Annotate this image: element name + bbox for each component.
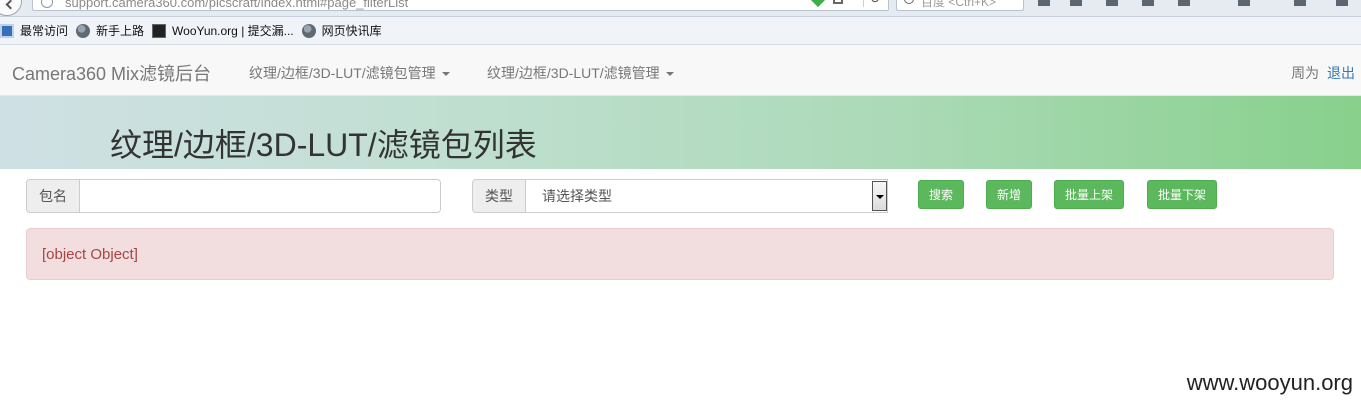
bookmark-star-icon[interactable]	[1038, 0, 1050, 6]
globe-icon	[301, 23, 316, 38]
wooyun-icon	[152, 23, 167, 38]
chat-icon[interactable]	[1294, 0, 1306, 6]
nav-menu-label: 纹理/边框/3D-LUT/滤镜包管理	[249, 65, 436, 81]
browser-toolbar: support.camera360.com/picscraft/index.ht…	[0, 0, 1361, 17]
bookmark-label: WooYun.org | 提交漏...	[172, 24, 294, 38]
watermark: www.wooyun.org	[1186, 370, 1353, 395]
home-icon[interactable]	[1142, 0, 1154, 6]
caret-down-icon	[665, 72, 674, 77]
logout-link[interactable]: 退出	[1327, 65, 1355, 81]
qr-code-icon[interactable]	[833, 0, 843, 4]
select-arrow-icon[interactable]	[872, 181, 887, 211]
user-name: 周为	[1291, 65, 1320, 81]
app-navbar: Camera360 Mix滤镜后台 纹理/边框/3D-LUT/滤镜包管理 纹理/…	[0, 45, 1361, 96]
package-name-filter: 包名	[26, 179, 441, 213]
extension-icon[interactable]	[1238, 0, 1250, 6]
bookmark-folder-icon	[0, 23, 14, 38]
reload-icon[interactable]: ↻	[863, 0, 886, 7]
bookmark-label: 最常访问	[20, 24, 69, 38]
menu-icon[interactable]	[1336, 0, 1348, 6]
url-bar[interactable]: support.camera360.com/picscraft/index.ht…	[32, 0, 889, 11]
bookmark-most-visited[interactable]: 最常访问	[0, 22, 68, 39]
bookmark-getting-started[interactable]: 新手上路	[76, 22, 144, 39]
bookmark-web-slices[interactable]: 网页快讯库	[301, 22, 382, 39]
bookmark-label: 新手上路	[96, 24, 145, 38]
bookmark-label: 网页快讯库	[321, 24, 382, 38]
page-header-banner: 纹理/边框/3D-LUT/滤镜包列表	[0, 96, 1361, 169]
library-icon[interactable]	[1070, 0, 1082, 6]
user-area: 周为 退出	[1291, 63, 1355, 83]
package-name-input[interactable]	[80, 179, 441, 213]
type-select-value: 请选择类型	[542, 188, 612, 204]
nav-menu-label: 纹理/边框/3D-LUT/滤镜管理	[487, 65, 660, 81]
package-name-label: 包名	[26, 179, 80, 213]
caret-down-icon	[441, 72, 450, 77]
add-button[interactable]: 新增	[986, 180, 1032, 209]
nav-menu-package-management[interactable]: 纹理/边框/3D-LUT/滤镜包管理	[249, 63, 450, 83]
brand-link[interactable]: Camera360 Mix滤镜后台	[12, 60, 211, 86]
page-title: 纹理/边框/3D-LUT/滤镜包列表	[110, 127, 537, 163]
site-info-icon[interactable]	[41, 0, 53, 8]
batch-on-shelf-button[interactable]: 批量上架	[1054, 180, 1124, 209]
browser-search-box[interactable]: 百度 <Ctrl+K>	[896, 0, 1024, 11]
history-icon[interactable]	[1178, 0, 1190, 6]
type-label: 类型	[472, 179, 526, 213]
search-placeholder: 百度 <Ctrl+K>	[921, 0, 997, 9]
type-filter: 类型 请选择类型	[472, 179, 888, 213]
batch-off-shelf-button[interactable]: 批量下架	[1147, 180, 1217, 209]
search-button[interactable]: 搜索	[918, 180, 964, 209]
search-icon	[904, 0, 914, 4]
url-text: support.camera360.com/picscraft/index.ht…	[65, 0, 409, 10]
error-alert: [object Object]	[26, 228, 1334, 280]
bookmark-wooyun[interactable]: WooYun.org | 提交漏...	[152, 22, 294, 39]
type-select[interactable]: 请选择类型	[526, 179, 888, 213]
back-button[interactable]	[0, 0, 22, 16]
download-icon[interactable]	[1106, 0, 1118, 6]
nav-menu-filter-management[interactable]: 纹理/边框/3D-LUT/滤镜管理	[487, 63, 674, 83]
bookmarks-bar: 最常访问 新手上路 WooYun.org | 提交漏... 网页快讯库	[0, 17, 1361, 45]
alert-message: [object Object]	[42, 246, 138, 263]
globe-icon	[76, 23, 91, 38]
security-shield-icon[interactable]	[810, 0, 826, 8]
